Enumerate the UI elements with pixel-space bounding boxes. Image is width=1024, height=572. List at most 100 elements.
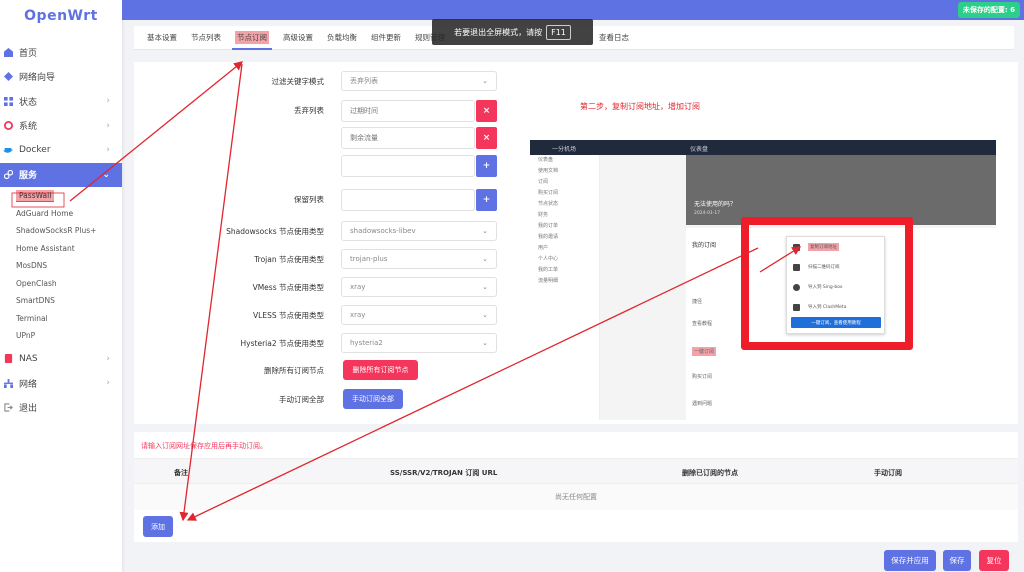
sidebar-item-status[interactable]: 状态 › — [0, 89, 122, 114]
subnav-item-adguard[interactable]: AdGuard Home — [0, 205, 122, 223]
embed-side-item: 流量明细 — [538, 278, 559, 284]
tab-node-list[interactable]: 节点列表 — [184, 26, 228, 50]
chevron-right-icon: › — [106, 145, 110, 156]
tab-load-balance[interactable]: 负载均衡 — [320, 26, 364, 50]
step2-annotation: 第二步，复制订阅地址，增加订阅 — [580, 102, 700, 111]
status-icon — [3, 96, 13, 106]
add-keep-item-button[interactable]: + — [476, 189, 497, 211]
top-header: 未保存的配置: 6 — [122, 0, 1024, 20]
tab-basic-settings[interactable]: 基本设置 — [140, 26, 184, 50]
chevron-right-icon: › — [106, 120, 110, 131]
embed-list-item: 购买订阅 — [692, 374, 713, 380]
save-button[interactable]: 保存 — [943, 550, 971, 571]
discard-item-input[interactable]: 过期时间 — [341, 100, 475, 122]
home-icon — [3, 47, 13, 57]
import-singbox-item: 导入到 Sing-box — [787, 277, 884, 297]
vmess-type-select[interactable]: xray ⌄ — [341, 277, 497, 297]
embed-topbar: 一分机场 仪表盘 — [530, 140, 996, 155]
embed-side-item: 用户 — [538, 245, 549, 251]
services-icon — [3, 170, 13, 180]
hysteria2-type-select[interactable]: hysteria2 ⌄ — [341, 333, 497, 353]
embed-side-item: 订阅 — [538, 179, 549, 185]
remove-discard-item-button[interactable]: × — [476, 127, 497, 149]
tab-view-log[interactable]: 查看日志 — [592, 26, 636, 50]
reset-button[interactable]: 复位 — [979, 550, 1009, 571]
tab-node-subscribe[interactable]: 节点订阅 — [228, 26, 276, 50]
sidebar-item-system[interactable]: 系统 › — [0, 114, 122, 139]
vless-type-select[interactable]: xray ⌄ — [341, 305, 497, 325]
chevron-right-icon: › — [106, 96, 110, 107]
sidebar-nav-bottom: NAS › 网络 › 退出 — [0, 347, 122, 421]
subnav-item-smartdns[interactable]: SmartDNS — [0, 292, 122, 310]
remove-discard-item-button[interactable]: × — [476, 100, 497, 122]
tab-advanced-settings[interactable]: 高级设置 — [276, 26, 320, 50]
fullscreen-message: 若要退出全屏模式，请按 — [454, 27, 543, 37]
embed-hero: 无法使用的吗？ 2024-01-17 — [686, 155, 996, 225]
sidebar-item-docker[interactable]: Docker › — [0, 138, 122, 163]
chevron-down-icon: ⌄ — [482, 339, 488, 347]
sidebar-item-wizard[interactable]: 网络向导 — [0, 65, 122, 90]
vless-type-label: VLESS 节点使用类型 — [253, 311, 324, 320]
openwrt-logo[interactable]: OpenWrt — [0, 0, 122, 32]
copy-icon — [793, 243, 800, 251]
embed-side-item: 使用文档 — [538, 168, 559, 174]
column-remark: 备注 — [174, 469, 188, 477]
fullscreen-exit-banner: 若要退出全屏模式，请按 F11 — [432, 19, 593, 45]
sidebar-item-label: 首页 — [19, 48, 38, 59]
vmess-type-label: VMess 节点使用类型 — [252, 283, 324, 292]
embed-side-item: 我的订单 — [538, 223, 559, 229]
embed-side-item: 仪表盘 — [538, 157, 554, 163]
ss-type-label: Shadowsocks 节点使用类型 — [226, 227, 324, 236]
filter-mode-select[interactable]: 丢弃列表 ⌄ — [341, 71, 497, 91]
embed-list-item: 遇到问题 — [692, 401, 713, 407]
hysteria2-type-label: Hysteria2 节点使用类型 — [240, 339, 324, 348]
save-apply-button[interactable]: 保存并应用 — [884, 550, 936, 571]
embed-side-item: 节点状态 — [538, 201, 559, 207]
subnav-item-openclash[interactable]: OpenClash — [0, 275, 122, 293]
delete-all-label: 删除所有订阅节点 — [264, 366, 324, 375]
discard-item-new-input[interactable] — [341, 155, 475, 177]
sidebar-item-label: Docker — [19, 145, 51, 156]
add-subscription-button[interactable]: 添加 — [143, 516, 173, 537]
subnav-item-upnp[interactable]: UPnP — [0, 327, 122, 345]
embed-list-item: 一键订阅 — [692, 347, 717, 356]
chevron-right-icon: › — [106, 378, 110, 389]
subnav-item-passwall[interactable]: PassWall — [0, 187, 122, 205]
subnav-item-ssr-plus[interactable]: ShadowSocksR Plus+ — [0, 222, 122, 240]
sidebar-item-nas[interactable]: NAS › — [0, 347, 122, 372]
sidebar-item-home[interactable]: 首页 — [0, 40, 122, 65]
add-discard-item-button[interactable]: + — [476, 155, 497, 177]
discard-item-input[interactable]: 剩余流量 — [341, 127, 475, 149]
sidebar-item-network[interactable]: 网络 › — [0, 371, 122, 396]
sidebar-item-label: 服务 — [19, 171, 38, 182]
embed-side-item: 我的工单 — [538, 267, 559, 273]
delete-all-subscriptions-button[interactable]: 删除所有订阅节点 — [343, 360, 418, 380]
sidebar-item-label: 状态 — [19, 97, 38, 108]
sidebar: OpenWrt 首页 网络向导 状态 › 系统 › Docker › 服务 ⌄ — [0, 0, 122, 572]
subnav-item-mosdns[interactable]: MosDNS — [0, 257, 122, 275]
wizard-icon — [3, 72, 13, 82]
trojan-type-select[interactable]: trojan-plus ⌄ — [341, 249, 497, 269]
docker-icon — [3, 145, 13, 155]
services-subnav: PassWall AdGuard Home ShadowSocksR Plus+… — [0, 187, 122, 345]
sidebar-item-logout[interactable]: 退出 — [0, 396, 122, 421]
filter-mode-label: 过滤关键字模式 — [271, 77, 325, 86]
sidebar-item-label: 退出 — [19, 404, 38, 415]
ss-type-select[interactable]: shadowsocks-libev ⌄ — [341, 221, 497, 241]
sidebar-item-services[interactable]: 服务 ⌄ — [0, 162, 122, 187]
embedded-screenshot: 一分机场 仪表盘 仪表盘 使用文档 订阅 购买订阅 节点状态 财务 我的订单 我… — [530, 140, 996, 420]
manual-subscribe-all-button[interactable]: 手动订阅全部 — [343, 389, 403, 409]
unsaved-changes-badge[interactable]: 未保存的配置: 6 — [957, 2, 1020, 18]
gear-icon — [3, 121, 13, 131]
logout-icon — [3, 403, 13, 413]
chevron-down-icon: ⌄ — [482, 77, 488, 85]
keep-item-input[interactable] — [341, 189, 475, 211]
subnav-item-terminal[interactable]: Terminal — [0, 310, 122, 328]
table-empty-message: 尚无任何配置 — [134, 484, 1018, 510]
tab-component-update[interactable]: 组件更新 — [364, 26, 408, 50]
embed-list-item: 查看教程 — [692, 321, 713, 327]
subnav-item-home-assistant[interactable]: Home Assistant — [0, 240, 122, 258]
network-icon — [3, 378, 13, 388]
chevron-down-icon: ⌄ — [482, 283, 488, 291]
embed-side-item: 个人中心 — [538, 256, 559, 262]
